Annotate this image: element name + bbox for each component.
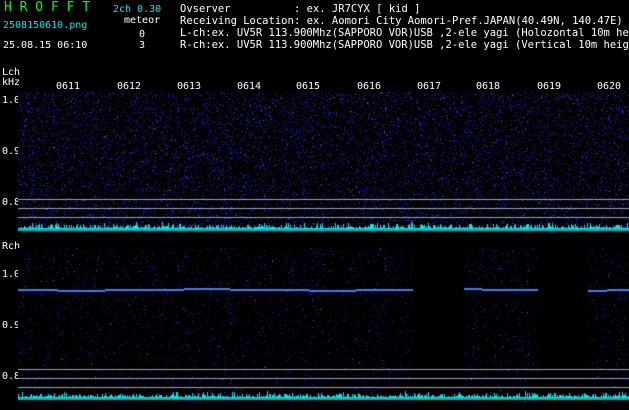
meteor-label: meteor	[124, 15, 161, 26]
lch-unit: kHz	[2, 77, 21, 88]
observer-label: Ovserver	[180, 3, 231, 15]
version-label: 2ch 0.30	[113, 4, 162, 15]
time-tick-0615: 0615	[296, 81, 321, 92]
app-logo: H R O F F T	[4, 0, 91, 15]
time-tick-0619: 0619	[537, 81, 562, 92]
rch-spectrogram	[18, 248, 629, 408]
lch-spectrogram	[18, 92, 629, 232]
time-tick-0614: 0614	[237, 81, 262, 92]
lch-info: L-ch:ex. UV5R 113.900Mhz(SAPPORO VOR)USB…	[180, 27, 629, 39]
time-tick-0613: 0613	[177, 81, 202, 92]
datetime-label: 25.08.15 06:10	[3, 40, 88, 51]
filename-label: 2508150610.png	[3, 20, 88, 31]
rch-info: R-ch:ex. UV5R 113.900Mhz(SAPPORO VOR)USB…	[180, 39, 629, 51]
time-tick-0611: 0611	[56, 81, 81, 92]
location-label: Receiving Location	[180, 15, 294, 27]
time-tick-0617: 0617	[417, 81, 442, 92]
observer-value: : ex. JR7CYX [ kid ]	[294, 3, 421, 15]
meteor-count-l: 0	[139, 29, 146, 40]
time-tick-0612: 0612	[117, 81, 142, 92]
location-value: : ex. Aomori City Aomori-Pref.JAPAN(40.4…	[294, 15, 623, 27]
meteor-count-r: 3	[139, 40, 146, 51]
time-tick-0618: 0618	[476, 81, 501, 92]
time-tick-0616: 0616	[357, 81, 382, 92]
time-tick-0620: 0620	[597, 81, 622, 92]
